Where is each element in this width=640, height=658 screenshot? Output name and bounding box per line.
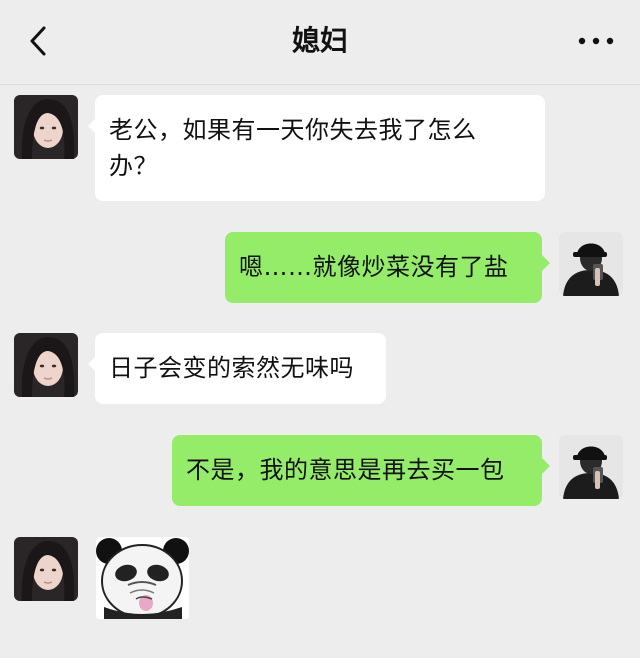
- chat-header: 媳妇: [0, 0, 640, 85]
- message-bubble-incoming[interactable]: 日子会变的索然无味吗: [95, 333, 386, 404]
- more-dots-icon: [578, 37, 614, 45]
- panda-meme-icon: [96, 537, 189, 619]
- bubble-tail: [542, 255, 550, 271]
- message-text: 老公，如果有一天你失去我了怎么办？: [109, 116, 477, 180]
- girl-avatar-icon: [14, 537, 78, 601]
- boy-avatar-icon: [559, 435, 623, 499]
- my-avatar[interactable]: [559, 435, 623, 499]
- message-bubble-incoming[interactable]: 老公，如果有一天你失去我了怎么办？: [95, 95, 545, 201]
- boy-avatar-icon: [559, 232, 623, 296]
- contact-avatar[interactable]: [14, 95, 78, 159]
- message-bubble-outgoing[interactable]: 嗯……就像炒菜没有了盐: [225, 232, 542, 303]
- contact-avatar[interactable]: [14, 333, 78, 397]
- girl-avatar-icon: [14, 95, 78, 159]
- message-text: 日子会变的索然无味吗: [109, 354, 354, 382]
- bubble-tail: [542, 458, 550, 474]
- girl-avatar-icon: [14, 333, 78, 397]
- more-options-button[interactable]: [574, 26, 618, 56]
- contact-avatar[interactable]: [14, 537, 78, 601]
- message-bubble-outgoing[interactable]: 不是，我的意思是再去买一包: [172, 435, 542, 506]
- my-avatar[interactable]: [559, 232, 623, 296]
- message-text: 嗯……就像炒菜没有了盐: [239, 253, 509, 281]
- message-text: 不是，我的意思是再去买一包: [186, 456, 505, 484]
- sticker-message[interactable]: [96, 537, 189, 619]
- chat-title: 媳妇: [291, 24, 348, 57]
